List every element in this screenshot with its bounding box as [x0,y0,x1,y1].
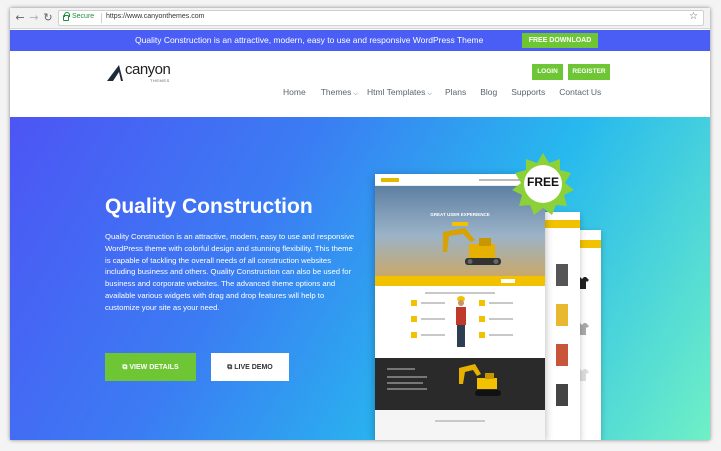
preview-thumbnail [556,384,568,406]
main-menu: Home Themes ⌵ Html Templates ⌵ Plans Blog … [283,87,601,101]
chevron-down-icon: ⌵ [353,91,358,97]
live-demo-label: LIVE DEMO [234,364,273,371]
logo-subtext: THEMES [150,78,170,83]
menu-item-label: Supports [511,87,546,97]
menu-item-supports[interactable]: Supports [511,87,545,101]
url-text[interactable]: https://www.canyonthemes.com [106,13,204,20]
menu-item-html-templates[interactable]: Html Templates ⌵ [367,87,432,101]
view-details-button[interactable]: ⧉ VIEW DETAILS [105,353,196,381]
preview-yellow-band [375,276,545,286]
browser-window: ← → ↻ Secure https://www.canyonthemes.co… [10,8,710,440]
reload-icon[interactable]: ↻ [41,11,55,25]
menu-item-contact-us[interactable]: Contact Us [559,87,601,101]
free-badge-label: FREE [526,175,559,189]
arrow-left-icon[interactable]: ← [13,11,27,25]
preview-feature-icon [479,332,485,338]
preview-feature-icon [411,332,417,338]
menu-item-label: Home [283,87,306,97]
menu-item-plans[interactable]: Plans [445,87,466,101]
external-link-icon: ⧉ [122,363,128,371]
logo[interactable]: canyon THEMES [105,61,185,87]
hero-description: Quality Construction is an attractive, m… [105,232,355,312]
preview-text-line [435,420,485,422]
announcement-text: Quality Construction is an attractive, m… [135,35,484,45]
preview-thumbnail [556,264,568,286]
arrow-right-icon[interactable]: → [27,11,41,25]
address-divider [101,13,102,23]
menu-item-label: Contact Us [559,87,602,97]
menu-item-label: Blog [480,87,498,97]
preview-text-line [421,334,445,336]
live-demo-button[interactable]: ⧉ LIVE DEMO [211,353,289,381]
menu-item-themes[interactable]: Themes ⌵ [321,87,358,101]
preview-text-line [387,382,423,384]
menu-item-label: Themes [320,87,352,97]
preview-text-line [387,388,427,390]
preview-feature-icon [479,300,485,306]
preview-dark-section [375,358,545,410]
preview-thumbnail [556,344,568,366]
star-icon[interactable]: ☆ [689,11,698,22]
preview-text-line [489,334,513,336]
site-header: canyon THEMES LOGIN REGISTER Home Themes… [10,51,710,117]
preview-text-line [421,302,445,304]
secure-label: Secure [72,13,95,20]
chevron-down-icon: ⌵ [427,91,432,97]
login-button[interactable]: LOGIN [532,64,563,80]
worker-icon [456,296,466,347]
preview-text-line [387,376,427,378]
preview-text-line [421,318,445,320]
preview-feature-icon [479,316,485,322]
screenshot-frame: ← → ↻ Secure https://www.canyonthemes.co… [0,0,721,451]
lock-icon [63,12,70,21]
announcement-bar: Quality Construction is an attractive, m… [10,30,710,51]
preview-feature-icon [411,316,417,322]
preview-text-line [489,318,513,320]
preview-logo [381,178,399,182]
menu-item-label: Html Templates [366,87,426,97]
hero-section: Quality Construction Quality Constructio… [10,117,710,440]
logo-mark-icon [107,65,123,81]
excavator-icon [459,364,501,396]
preview-text-line [489,302,513,304]
preview-footer [375,410,545,440]
menu-item-blog[interactable]: Blog [480,87,497,101]
hero-title: Quality Construction [105,195,313,218]
logo-text: canyon [125,61,171,78]
address-bar[interactable]: Secure https://www.canyonthemes.com ☆ [58,10,704,26]
free-download-button[interactable]: FREE DOWNLOAD [522,33,598,48]
preview-feature-icon [411,300,417,306]
browser-toolbar: ← → ↻ Secure https://www.canyonthemes.co… [10,8,710,29]
view-details-label: VIEW DETAILS [129,364,179,371]
menu-item-label: Plans [444,87,467,97]
preview-band-button [501,279,515,283]
preview-text-line [387,368,415,370]
external-link-icon: ⧉ [227,363,233,371]
register-button[interactable]: REGISTER [568,64,610,80]
preview-thumbnail [556,304,568,326]
menu-item-home[interactable]: Home [283,87,306,101]
excavator-icon [443,228,501,265]
